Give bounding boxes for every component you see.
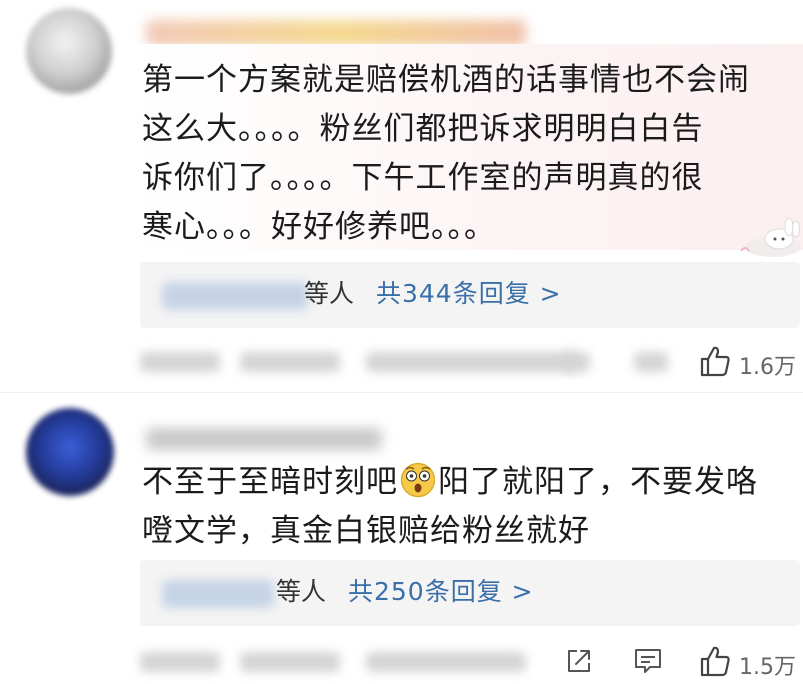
reply-count-link[interactable]: 共250条回复 > [348, 572, 534, 608]
timestamp-blurred [140, 652, 220, 672]
location-blurred [240, 652, 340, 672]
divider [0, 392, 803, 393]
thumbs-up-icon[interactable] [698, 344, 732, 378]
like-count: 1.5万 [739, 655, 796, 680]
comment-bubble: 第一个方案就是赔偿机酒的话事情也不会闹 这么大。。。。粉丝们都把诉求明明白白告 … [130, 44, 803, 250]
reply-suffix: 等人 [276, 577, 327, 606]
timestamp-blurred [140, 352, 220, 372]
reply-names-blurred [162, 580, 274, 608]
comment-text: 不至于至暗时刻吧 阳了就阳了，不要发咯 噔文学，真金白银赔给粉丝就好 [142, 458, 803, 556]
comment-bubble: 不至于至暗时刻吧 阳了就阳了，不要发咯 噔文学，真金白银赔给粉丝就好 [130, 454, 803, 558]
reply-summary[interactable]: 等人 共344条回复 > [140, 262, 800, 328]
reply-suffix: 等人 [304, 279, 355, 308]
bunny-sticker [740, 217, 801, 257]
thumbs-up-icon[interactable] [698, 644, 732, 678]
like-count: 1.6万 [739, 355, 796, 380]
reply-count-link[interactable]: 共344条回复 > [376, 274, 562, 310]
comment-text: 第一个方案就是赔偿机酒的话事情也不会闹 这么大。。。。粉丝们都把诉求明明白白告 … [142, 62, 750, 245]
comment-text-part1: 不至于至暗时刻吧 [142, 464, 398, 500]
meta-row: 1.5万 [140, 642, 800, 682]
avatar[interactable] [26, 408, 114, 496]
location-blurred [240, 352, 340, 372]
comment-1: 第一个方案就是赔偿机酒的话事情也不会闹 这么大。。。。粉丝们都把诉求明明白白告 … [0, 0, 803, 390]
reply-names-blurred [162, 282, 308, 310]
share-icon[interactable] [564, 646, 594, 676]
comment-icon[interactable] [632, 646, 664, 676]
reply-summary[interactable]: 等人 共250条回复 > [140, 560, 800, 626]
username-blurred[interactable] [146, 20, 526, 46]
astonished-face-emoji [400, 462, 436, 498]
avatar[interactable] [26, 8, 112, 94]
source-blurred [366, 652, 526, 672]
comment-icon-blurred[interactable] [634, 352, 668, 372]
share-icon-blurred[interactable] [564, 352, 590, 372]
comment-2: 不至于至暗时刻吧 阳了就阳了，不要发咯 噔文学，真金白银赔给粉丝就好 等人 共2… [0, 394, 803, 684]
meta-row: 1.6万 [140, 342, 800, 382]
username-blurred[interactable] [146, 428, 382, 450]
source-blurred [366, 352, 576, 372]
